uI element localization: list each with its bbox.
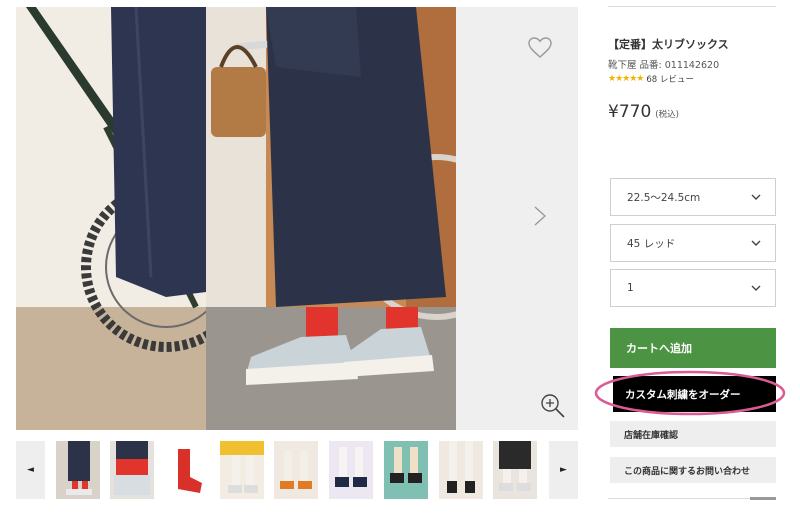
thumbnail-carousel: ◄ ► bbox=[16, 441, 578, 499]
thumbnail-6[interactable] bbox=[329, 441, 373, 499]
thumbnail-5[interactable] bbox=[274, 441, 318, 499]
color-select-value: 45 レッド bbox=[627, 237, 676, 250]
quantity-select-value: 1 bbox=[627, 282, 634, 294]
chevron-down-icon bbox=[751, 194, 761, 200]
chevron-down-icon bbox=[751, 285, 761, 291]
star-rating-icon: ★★★★★ bbox=[608, 74, 644, 84]
scroll-indicator bbox=[750, 497, 776, 500]
price: ¥770 bbox=[608, 102, 652, 122]
thumbnail-prev-button[interactable]: ◄ bbox=[16, 441, 45, 499]
add-to-cart-button[interactable]: カートへ追加 bbox=[610, 328, 776, 368]
size-select[interactable]: 22.5〜24.5cm bbox=[610, 178, 776, 216]
thumbnail-9[interactable] bbox=[493, 441, 537, 499]
chevron-right-icon[interactable] bbox=[530, 203, 550, 229]
inquiry-button[interactable]: この商品に関するお問い合わせ bbox=[610, 457, 776, 483]
rating-row[interactable]: ★★★★★ 68 レビュー bbox=[608, 73, 694, 85]
thumbnail-4[interactable] bbox=[220, 441, 264, 499]
photo-panel-background bbox=[456, 7, 578, 430]
quantity-select[interactable]: 1 bbox=[610, 269, 776, 307]
thumbnail-7[interactable] bbox=[384, 441, 428, 499]
heart-icon[interactable] bbox=[528, 37, 552, 59]
price-row: ¥770 (税込) bbox=[608, 102, 679, 122]
top-divider bbox=[608, 6, 776, 7]
thumbnail-next-button[interactable]: ► bbox=[549, 441, 578, 499]
main-product-image[interactable] bbox=[16, 7, 578, 430]
thumbnail-8[interactable] bbox=[439, 441, 483, 499]
review-count[interactable]: 68 レビュー bbox=[646, 73, 694, 85]
brand-name[interactable]: 靴下屋 bbox=[608, 60, 637, 71]
photo-panel-right bbox=[206, 7, 456, 430]
store-stock-button[interactable]: 店舗在庫確認 bbox=[610, 421, 776, 447]
product-title: 【定番】太リブソックス bbox=[608, 38, 729, 51]
chevron-down-icon bbox=[751, 240, 761, 246]
color-select[interactable]: 45 レッド bbox=[610, 224, 776, 262]
product-code: 品番: 011142620 bbox=[639, 60, 720, 71]
size-select-value: 22.5〜24.5cm bbox=[627, 191, 701, 204]
thumbnail-2[interactable] bbox=[110, 441, 154, 499]
photo-panel-left bbox=[16, 7, 206, 430]
tax-note: (税込) bbox=[655, 110, 679, 120]
thumbnail-1[interactable] bbox=[56, 441, 100, 499]
product-meta: 靴下屋 品番: 011142620 bbox=[608, 57, 722, 71]
thumbnail-3[interactable] bbox=[164, 441, 208, 499]
custom-embroidery-button[interactable]: カスタム刺繍をオーダー bbox=[613, 376, 776, 412]
zoom-in-icon[interactable] bbox=[540, 393, 566, 419]
